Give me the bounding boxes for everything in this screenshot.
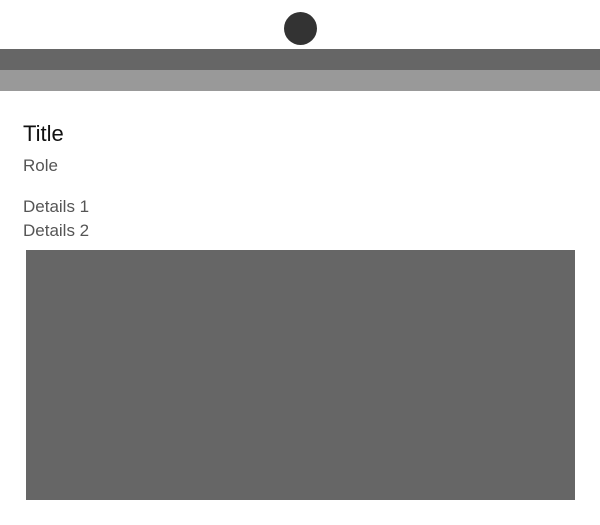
header-bar — [0, 49, 600, 70]
profile-card-page: Title Role Details 1 Details 2 — [0, 0, 600, 525]
avatar[interactable] — [284, 12, 317, 45]
media-placeholder — [26, 250, 575, 500]
details-line-2: Details 2 — [23, 221, 90, 240]
sub-header-bar — [0, 70, 600, 91]
details-list: Details 1 Details 2 — [23, 195, 89, 243]
role-text: Role — [23, 156, 58, 175]
page-title: Title — [23, 121, 64, 146]
details-line-1: Details 1 — [23, 197, 90, 216]
